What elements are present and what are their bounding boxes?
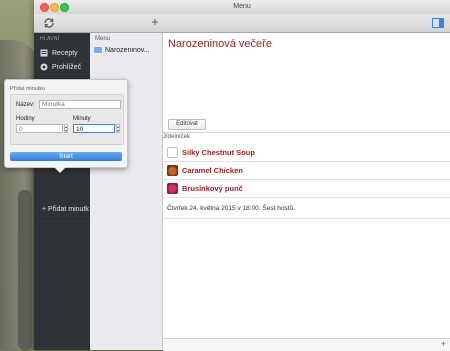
start-button[interactable]: Start — [10, 152, 122, 161]
menu-detail: Narozeninová večeře Editovat Jídelníček … — [163, 33, 450, 351]
timer-name-field[interactable] — [39, 100, 121, 109]
bottom-bar: + — [163, 338, 450, 351]
sync-icon[interactable] — [42, 16, 56, 30]
app-window: Menu + HLAVNÍ Recepty Prohlížeč + Přidat… — [34, 0, 450, 351]
folder-icon — [94, 47, 102, 54]
dish-photo-icon — [167, 165, 178, 176]
sidebar-separator — [34, 218, 90, 219]
add-timer-button[interactable]: + Přidat minutk — [42, 206, 89, 213]
list-header: Menu — [95, 36, 111, 42]
toolbar: + — [34, 14, 450, 33]
add-icon[interactable]: + — [148, 15, 162, 29]
sidebar-item-recipes[interactable]: Recepty — [40, 48, 78, 60]
sidebar-item-label: Prohlížeč — [52, 64, 82, 71]
dish-name: Brusinkový punč — [182, 184, 243, 193]
minutes-field[interactable]: 10 — [73, 124, 115, 133]
dish-name: Caramel Chicken — [182, 166, 243, 175]
list-item[interactable]: Narozeninov... — [94, 47, 160, 57]
dish-row[interactable]: Silky Chestnut Soup — [163, 144, 450, 162]
sidebar-item-browser[interactable]: Prohlížeč — [40, 62, 81, 74]
title-bar: Menu — [34, 0, 450, 15]
window-title: Menu — [233, 3, 251, 10]
event-note: Čtvrtek 24. května 2015 v 18:00. Šest ho… — [167, 205, 295, 212]
dish-row[interactable]: Caramel Chicken — [163, 162, 450, 180]
document-icon — [167, 147, 178, 158]
dish-photo-icon — [167, 183, 178, 194]
sidebar-item-label: Recepty — [52, 50, 78, 57]
page-title: Narozeninová večeře — [168, 38, 272, 50]
minutes-label: Minuty — [73, 116, 91, 122]
hours-field[interactable]: 0 — [16, 124, 63, 133]
popover-title: Přidat minutku — [10, 86, 46, 92]
dish-row[interactable]: Brusinkový punč — [163, 180, 450, 198]
toggle-sidebar-icon[interactable] — [432, 18, 444, 28]
hours-stepper[interactable]: ▴ ▾ — [64, 124, 68, 133]
timer-form: Název: Hodiny 0 ▴▾ Minuty 10 ▴▾ — [10, 94, 124, 145]
edit-button[interactable]: Editovat — [168, 119, 206, 130]
add-timer-popover: Přidat minutku Název: Hodiny 0 ▴▾ Minuty… — [4, 79, 128, 173]
sidebar-section-title: HLAVNÍ — [40, 36, 60, 42]
browser-icon — [40, 63, 48, 71]
divider — [163, 218, 450, 219]
wallpaper-elephant-trunk — [18, 190, 32, 350]
list-item-label: Narozeninov... — [105, 47, 150, 54]
minutes-stepper[interactable]: ▴ ▾ — [116, 124, 120, 133]
menu-section-header: Jídelníček — [163, 132, 450, 140]
name-label: Název: — [16, 102, 35, 108]
dish-name: Silky Chestnut Soup — [182, 148, 255, 157]
recipes-icon — [40, 49, 48, 57]
add-dish-button[interactable]: + — [441, 339, 446, 349]
hours-label: Hodiny — [16, 116, 35, 122]
